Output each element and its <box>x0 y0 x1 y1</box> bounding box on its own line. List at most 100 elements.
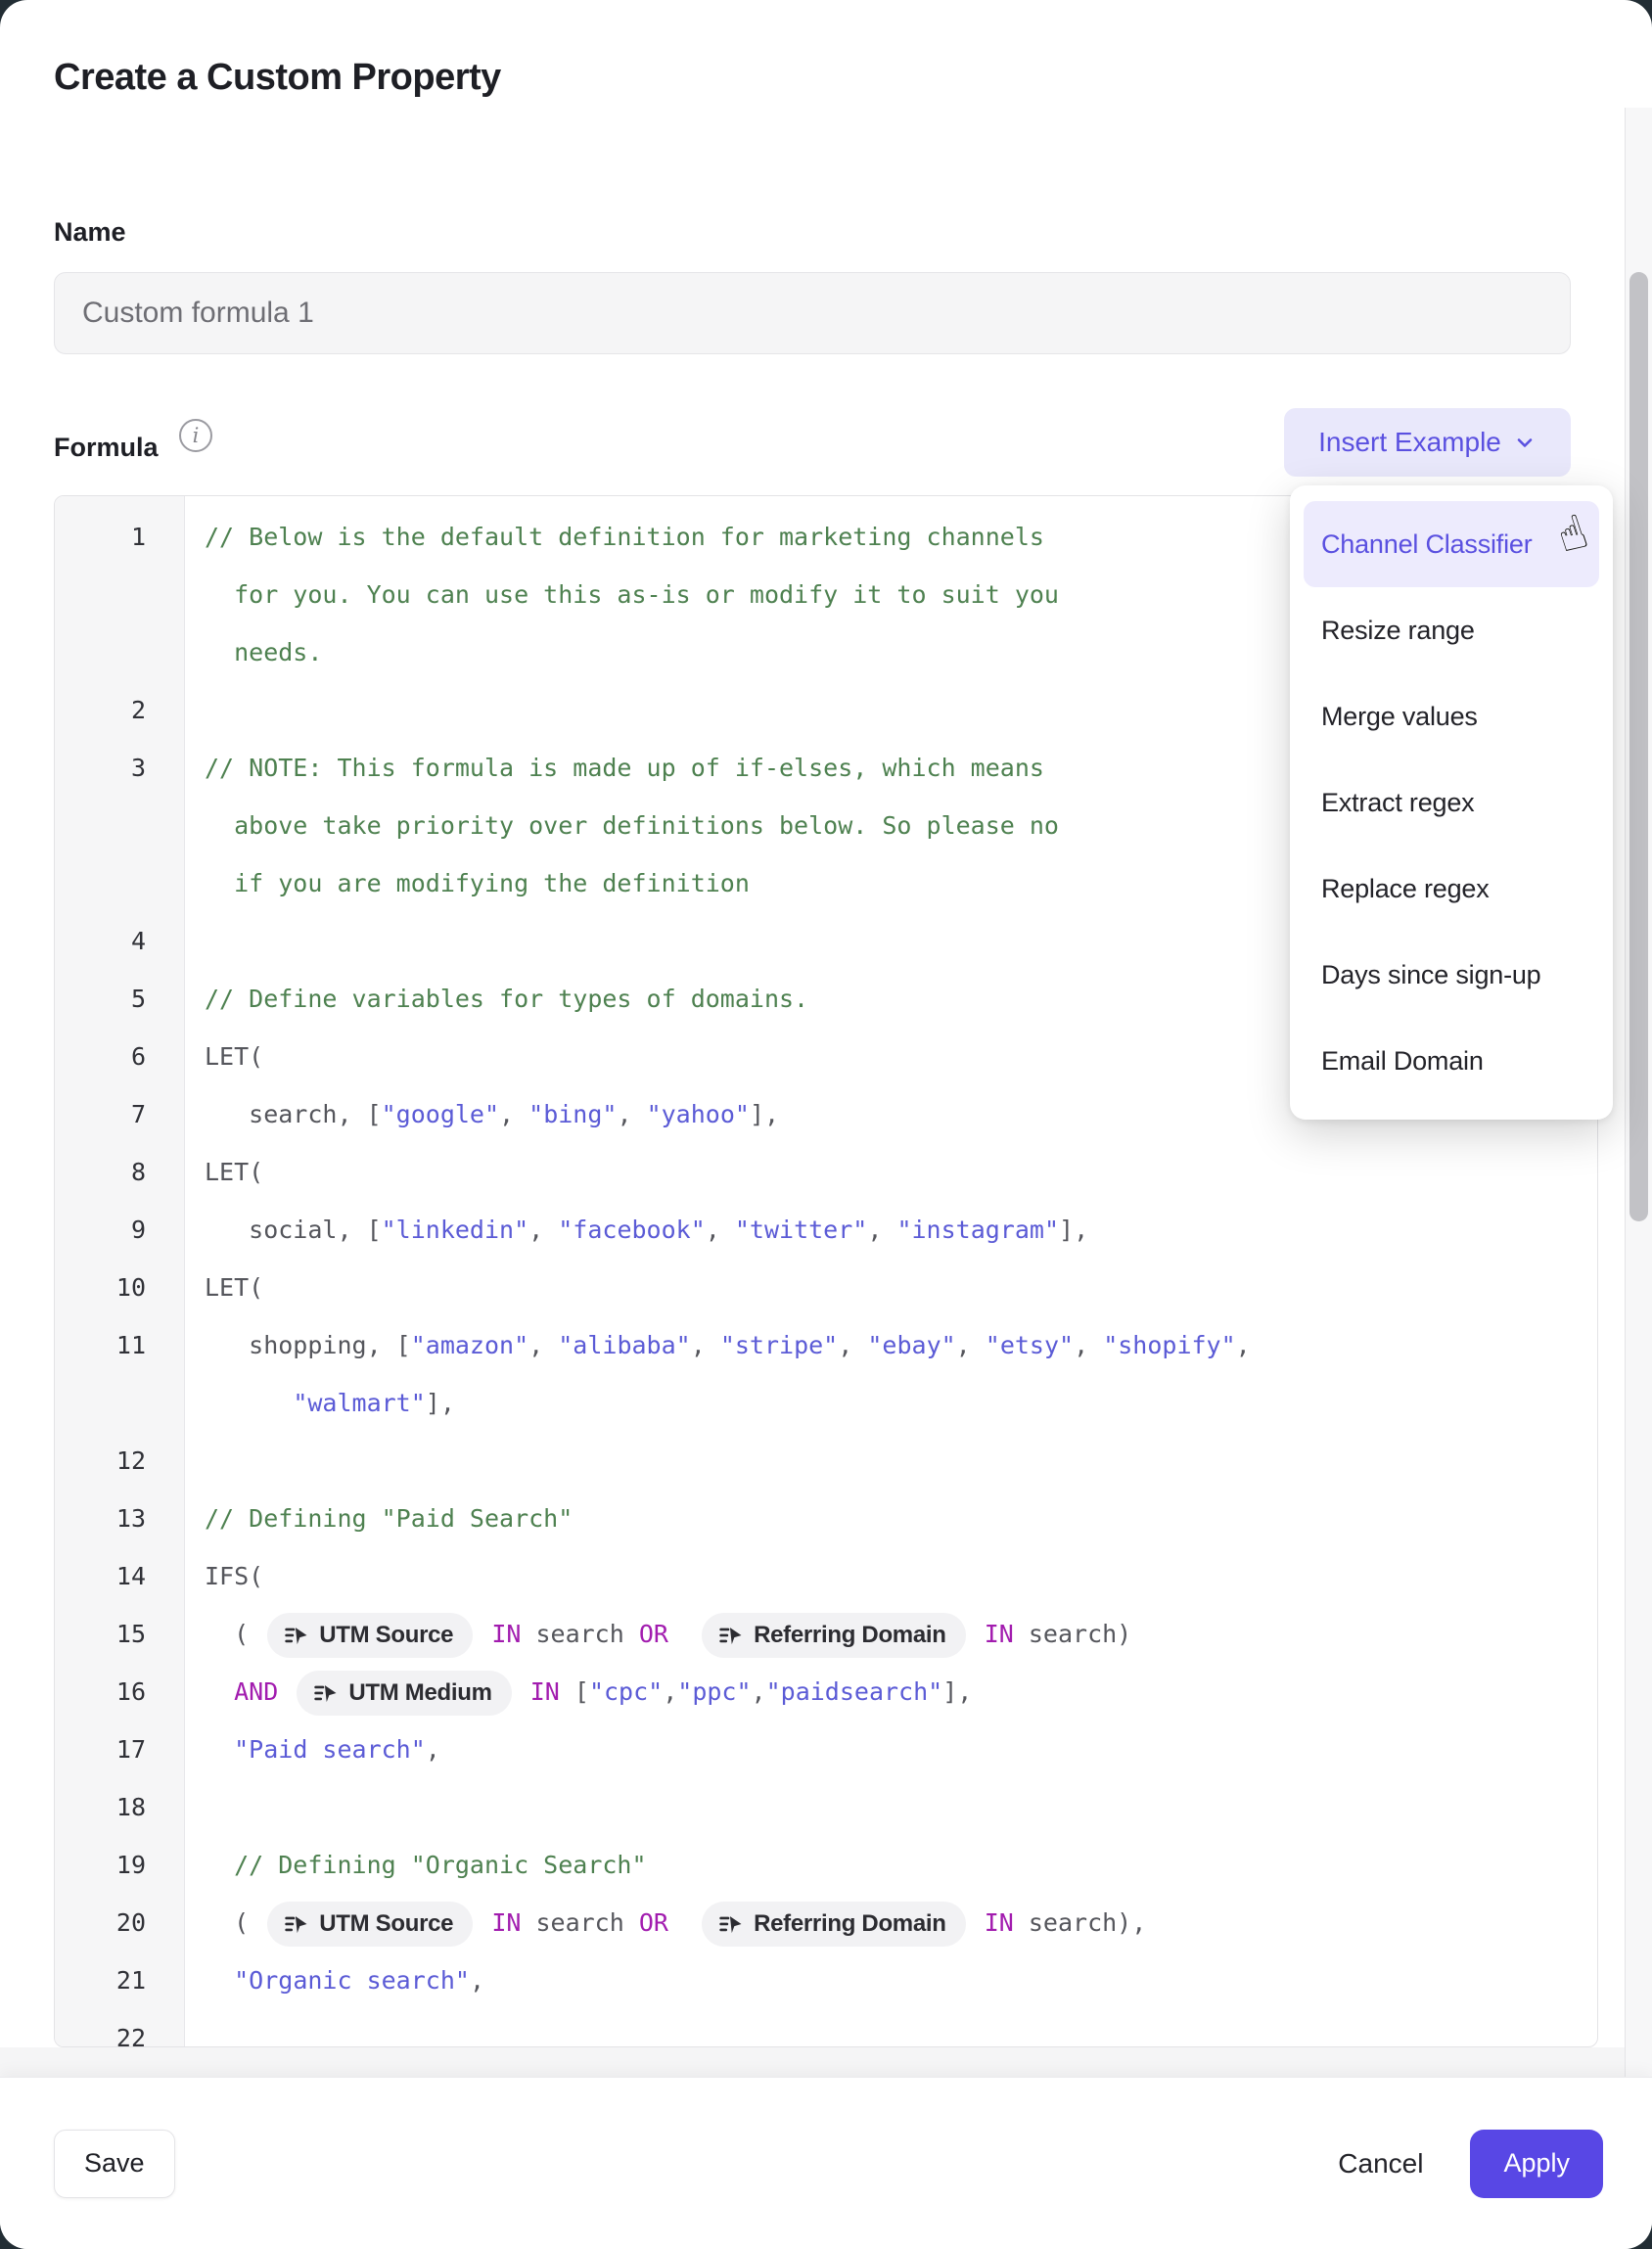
code-line: 12 <box>55 1432 1597 1490</box>
code-token: "yahoo" <box>647 1100 750 1128</box>
line-number: 20 <box>55 1894 185 1951</box>
code-token: , <box>752 1677 766 1706</box>
code-token: IN <box>985 1908 1014 1937</box>
line-number <box>55 623 185 681</box>
code-token: [ <box>560 1677 589 1706</box>
code-token: IN <box>530 1677 560 1706</box>
code-token: , <box>1074 1331 1103 1359</box>
code-token: LET( <box>205 1273 263 1302</box>
menu-item-extract-regex[interactable]: Extract regex <box>1304 759 1599 846</box>
property-chip-label: Referring Domain <box>754 1613 946 1658</box>
code-token: , <box>663 1677 677 1706</box>
code-token: , <box>691 1331 720 1359</box>
code-token: // NOTE: This formula is made up of if-e… <box>205 754 1044 782</box>
code-token: , <box>706 1216 735 1244</box>
code-line: 14IFS( <box>55 1547 1597 1605</box>
code-token: search <box>521 1908 638 1937</box>
code-token: above take priority over definitions bel… <box>205 811 1059 840</box>
property-icon <box>283 1623 309 1649</box>
code-content: // Defining "Organic Search" <box>185 1836 1597 1894</box>
insert-example-label: Insert Example <box>1318 427 1501 458</box>
code-content: ( UTM Source IN search OR Referring Doma… <box>185 1894 1597 1951</box>
menu-item-email-domain[interactable]: Email Domain <box>1304 1018 1599 1104</box>
code-token <box>205 1677 234 1706</box>
code-token: search <box>521 1620 638 1648</box>
code-content <box>185 2009 1597 2047</box>
line-number: 22 <box>55 2009 185 2047</box>
code-token: shopping, [ <box>205 1331 411 1359</box>
code-token: // Below is the default definition for m… <box>205 523 1044 551</box>
code-token: , <box>838 1331 867 1359</box>
code-token: "ppc" <box>677 1677 751 1706</box>
property-chip[interactable]: Referring Domain <box>702 1902 966 1947</box>
code-line: 20 ( UTM Source IN search OR Referring D… <box>55 1894 1597 1951</box>
property-icon <box>717 1623 744 1649</box>
code-token: ( <box>205 1908 263 1937</box>
code-token <box>205 1735 234 1764</box>
code-token: "instagram" <box>896 1216 1059 1244</box>
code-token: IFS( <box>205 1562 263 1590</box>
code-token: needs. <box>205 638 322 666</box>
code-token: IN <box>491 1908 521 1937</box>
line-number: 4 <box>55 912 185 970</box>
code-line: 10 LET( <box>55 1259 1597 1316</box>
code-token: "walmart" <box>293 1389 425 1417</box>
line-number: 21 <box>55 1951 185 2009</box>
modal-scrollbar-thumb[interactable] <box>1629 272 1648 1221</box>
menu-item-replace-regex[interactable]: Replace regex <box>1304 846 1599 932</box>
code-token: ], <box>750 1100 779 1128</box>
cancel-button[interactable]: Cancel <box>1338 2148 1423 2180</box>
code-content: LET( <box>185 1259 1597 1316</box>
code-token: "etsy" <box>986 1331 1074 1359</box>
apply-button[interactable]: Apply <box>1470 2130 1603 2198</box>
code-token: OR <box>639 1620 668 1648</box>
line-number: 10 <box>55 1259 185 1316</box>
menu-item-resize-range[interactable]: Resize range <box>1304 587 1599 673</box>
code-token: , <box>617 1100 646 1128</box>
code-token: , <box>867 1216 896 1244</box>
code-token <box>668 1620 698 1648</box>
code-content: "Organic search", <box>185 1951 1597 2009</box>
footer-right-group: Cancel Apply <box>1338 2130 1603 2198</box>
code-token: , <box>426 1735 440 1764</box>
code-content: social, ["linkedin", "facebook", "twitte… <box>185 1201 1597 1259</box>
property-chip[interactable]: UTM Medium <box>297 1671 511 1716</box>
code-token: "Paid search" <box>234 1735 426 1764</box>
code-token: "paidsearch" <box>766 1677 943 1706</box>
save-button[interactable]: Save <box>54 2130 175 2198</box>
code-token: if you are modifying the definition <box>205 869 750 897</box>
name-input[interactable] <box>54 272 1571 354</box>
line-number: 17 <box>55 1721 185 1778</box>
property-chip[interactable]: Referring Domain <box>702 1613 966 1658</box>
code-token: ], <box>1059 1216 1088 1244</box>
property-chip[interactable]: UTM Source <box>267 1902 473 1947</box>
code-token: IN <box>985 1620 1014 1648</box>
code-token: , <box>956 1331 986 1359</box>
line-number: 1 <box>55 508 185 566</box>
code-content <box>185 1432 1597 1490</box>
code-token: ], <box>942 1677 972 1706</box>
code-token: search, [ <box>205 1100 382 1128</box>
insert-example-button[interactable]: Insert Example <box>1284 408 1571 477</box>
code-token: , <box>470 1966 484 1995</box>
menu-item-merge-values[interactable]: Merge values <box>1304 673 1599 759</box>
property-chip-label: Referring Domain <box>754 1902 946 1947</box>
code-line: 21 "Organic search", <box>55 1951 1597 2009</box>
code-token: , <box>528 1331 558 1359</box>
info-icon[interactable]: i <box>179 419 212 452</box>
property-chip[interactable]: UTM Source <box>267 1613 473 1658</box>
code-token: "bing" <box>528 1100 617 1128</box>
menu-item-days-since-sign-up[interactable]: Days since sign-up <box>1304 932 1599 1018</box>
chevron-down-icon <box>1513 431 1537 454</box>
code-content: IFS( <box>185 1547 1597 1605</box>
code-line: 18 <box>55 1778 1597 1836</box>
line-number: 12 <box>55 1432 185 1490</box>
code-token: "cpc" <box>589 1677 663 1706</box>
line-number: 18 <box>55 1778 185 1836</box>
modal-scrollbar-track[interactable] <box>1625 108 1652 2077</box>
code-token: LET( <box>205 1158 263 1186</box>
code-token: ( <box>205 1620 263 1648</box>
property-icon <box>717 1911 744 1938</box>
line-number: 6 <box>55 1028 185 1085</box>
code-token <box>278 1677 293 1706</box>
